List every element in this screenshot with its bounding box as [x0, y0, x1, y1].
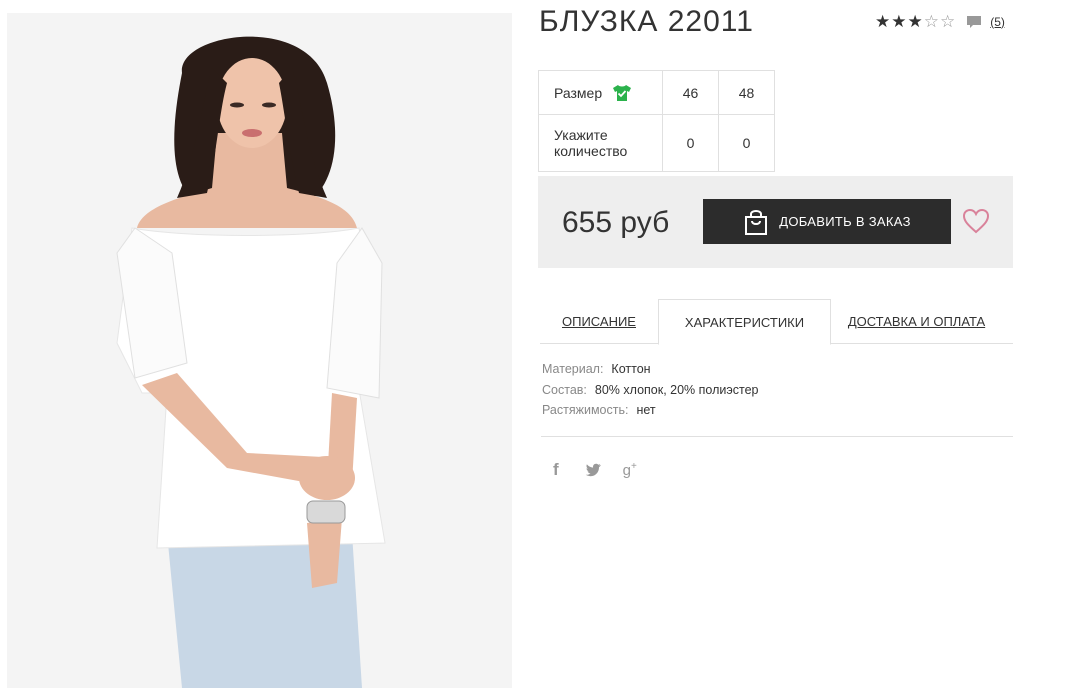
rating[interactable]: ★ ★ ★ ☆ ☆ (5): [875, 13, 1005, 30]
spec-value: 80% хлопок, 20% полиэстер: [594, 382, 759, 397]
spec-key: Состав:: [542, 382, 587, 397]
size-option[interactable]: 46: [662, 70, 719, 115]
facebook-icon[interactable]: f: [553, 460, 559, 480]
review-count-link[interactable]: (5): [990, 15, 1005, 29]
tab-delivery-payment[interactable]: ДОСТАВКА И ОПЛАТА: [830, 299, 1003, 343]
section-divider: [541, 436, 1013, 437]
social-share: f g+: [553, 460, 637, 480]
spec-row: Растяжимость: нет: [542, 403, 758, 424]
quantity-field[interactable]: 0: [718, 114, 775, 172]
spec-row: Материал: Коттон: [542, 362, 758, 383]
size-quantity-table: Размер 46 48 Укажите количество 0 0: [538, 70, 775, 172]
model-in-blouse-image: [7, 13, 512, 688]
size-label-group: Размер: [554, 84, 662, 102]
tab-description[interactable]: ОПИСАНИЕ: [540, 299, 658, 343]
tab-characteristics[interactable]: ХАРАКТЕРИСТИКИ: [658, 299, 831, 345]
twitter-icon[interactable]: [585, 463, 601, 477]
product-title: БЛУЗКА 22011: [539, 5, 754, 38]
star-empty-icon[interactable]: ☆: [940, 13, 955, 30]
quantity-label: Укажите количество: [554, 127, 628, 159]
spec-key: Материал:: [542, 362, 604, 376]
spec-value: Коттон: [611, 362, 651, 376]
size-chart-tshirt-icon[interactable]: [612, 84, 632, 102]
add-to-order-label: ДОБАВИТЬ В ЗАКАЗ: [779, 214, 911, 229]
price: 655 руб: [562, 206, 670, 239]
comment-icon[interactable]: [966, 14, 982, 30]
size-option[interactable]: 48: [718, 70, 775, 115]
spec-value: нет: [636, 403, 656, 417]
specs-list: Материал: Коттон Состав: 80% хлопок, 20%…: [542, 362, 758, 424]
product-tabs: ОПИСАНИЕ ХАРАКТЕРИСТИКИ ДОСТАВКА И ОПЛАТ…: [540, 299, 1013, 345]
star-filled-icon[interactable]: ★: [891, 13, 906, 30]
spec-key: Растяжимость:: [542, 403, 629, 417]
add-to-order-button[interactable]: ДОБАВИТЬ В ЗАКАЗ: [703, 199, 951, 244]
quantity-field[interactable]: 0: [662, 114, 719, 172]
spec-row: Состав: 80% хлопок, 20% полиэстер: [542, 383, 758, 404]
shopping-bag-icon: [745, 209, 768, 235]
heart-icon[interactable]: [962, 208, 990, 234]
google-plus-icon[interactable]: g+: [623, 461, 637, 479]
star-filled-icon[interactable]: ★: [875, 13, 890, 30]
star-filled-icon[interactable]: ★: [908, 13, 923, 30]
product-photo[interactable]: [7, 13, 512, 688]
size-label: Размер: [554, 84, 603, 101]
star-empty-icon[interactable]: ☆: [924, 13, 939, 30]
buy-box: 655 руб ДОБАВИТЬ В ЗАКАЗ: [538, 176, 1013, 268]
